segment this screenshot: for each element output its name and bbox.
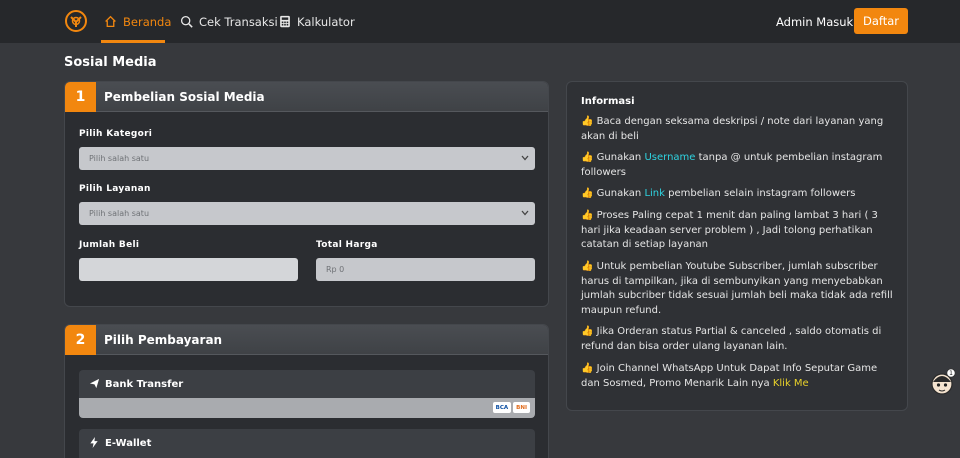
paper-plane-icon [89,378,100,389]
payment-method-bank-transfer[interactable]: Bank Transfer BCA BNI [79,370,535,418]
payment-method-e-wallet[interactable]: E-Wallet [79,429,535,458]
thumbs-up-icon: 👍 [581,116,594,127]
category-select[interactable]: Pilih salah satu [79,147,535,170]
quantity-input[interactable] [79,258,298,281]
quantity-label: Jumlah Beli [79,240,140,250]
search-icon [180,15,193,28]
nav-item-cek-transaksi[interactable]: Cek Transaksi [180,0,278,43]
info-title: Informasi [581,96,635,107]
info-item: 👍 Gunakan Username tanpa @ untuk pembeli… [581,152,883,178]
bni-logo: BNI [513,402,530,413]
service-select-value: Pilih salah satu [89,209,150,218]
highlight-username: Username [644,152,696,163]
thumbs-up-icon: 👍 [581,326,594,337]
nav-item-label: Kalkulator [297,14,355,29]
admin-login-link[interactable]: Admin Masuk [776,0,853,43]
info-item: 👍 Jika Orderan status Partial & canceled… [581,326,882,352]
calculator-icon [280,15,290,28]
active-tab-indicator [101,40,165,43]
category-label: Pilih Kategori [79,129,153,139]
nav-item-kalkulator[interactable]: Kalkulator [279,0,355,43]
support-chat-icon[interactable]: 1 [930,368,956,396]
info-panel: Informasi 👍 Baca dengan seksama deskrips… [566,81,908,411]
category-select-value: Pilih salah satu [89,154,150,163]
card-title: Pilih Pembayaran [104,333,223,347]
chevron-down-icon [521,210,529,216]
thumbs-up-icon: 👍 [581,261,594,272]
home-icon [105,15,116,28]
purchase-card: 1 Pembelian Sosial Media Pilih Kategori … [64,81,549,307]
thumbs-up-icon: 👍 [581,210,594,221]
info-item: 👍 Join Channel WhatsApp Untuk Dapat Info… [581,363,878,389]
card-header: 1 Pembelian Sosial Media [65,82,548,112]
total-price-placeholder: Rp 0 [326,265,345,274]
payment-method-channels: BCA BNI [79,398,535,418]
page-title: Sosial Media [64,55,157,70]
nav-item-label: Beranda [123,14,172,29]
info-item: 👍 Baca dengan seksama deskripsi / note d… [581,116,884,142]
chevron-down-icon [521,155,529,161]
highlight-link: Link [644,188,665,199]
svg-text:1: 1 [949,370,953,377]
payment-card: 2 Pilih Pembayaran Bank Transfer BCA BNI… [64,324,549,458]
card-title: Pembelian Sosial Media [104,90,265,104]
nav-item-label: Cek Transaksi [199,14,278,29]
whatsapp-channel-link[interactable]: Klik Me [773,378,809,389]
card-header: 2 Pilih Pembayaran [65,325,548,355]
info-item: 👍 Gunakan Link pembelian selain instagra… [581,188,856,199]
thumbs-up-icon: 👍 [581,152,594,163]
thumbs-up-icon: 👍 [581,188,594,199]
info-item: 👍 Proses Paling cepat 1 menit dan paling… [581,210,878,250]
logo-icon[interactable] [64,9,88,33]
register-button[interactable]: Daftar [854,8,908,34]
top-navbar: Beranda Cek Transaksi Kalkulator Admin M… [0,0,960,43]
step-number: 1 [65,82,96,112]
lightning-icon [90,437,98,448]
info-item: 👍 Untuk pembelian Youtube Subscriber, ju… [581,261,893,316]
total-price-field: Rp 0 [316,258,535,281]
thumbs-up-icon: 👍 [581,363,594,374]
total-price-label: Total Harga [316,240,378,250]
payment-method-label: Bank Transfer [105,378,184,390]
step-number: 2 [65,325,96,355]
service-label: Pilih Layanan [79,184,151,194]
nav-item-beranda[interactable]: Beranda [104,0,171,43]
bca-logo: BCA [492,402,512,413]
service-select[interactable]: Pilih salah satu [79,202,535,225]
payment-method-label: E-Wallet [105,437,152,449]
